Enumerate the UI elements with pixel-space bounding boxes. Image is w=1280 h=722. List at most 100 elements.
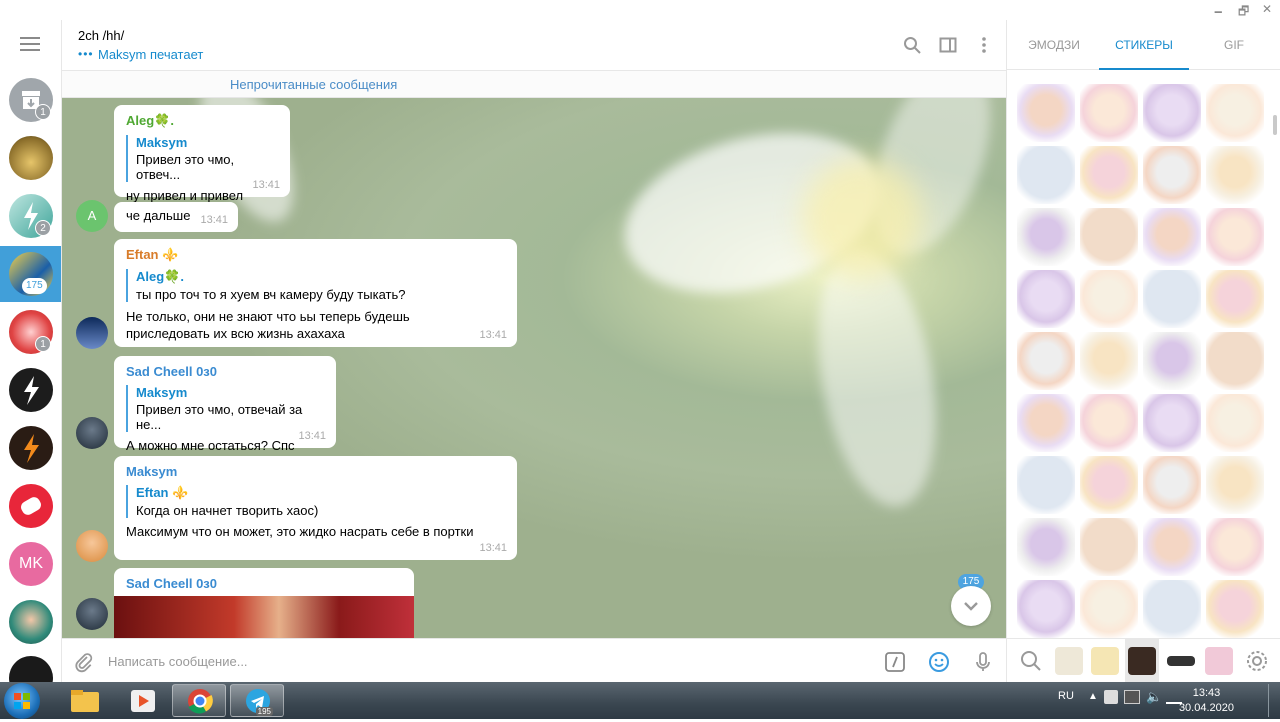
more-options-icon[interactable] [975,36,993,54]
sidebar-toggle-icon[interactable] [939,36,957,54]
show-hidden-icons[interactable]: ▲ [1088,691,1098,702]
tab-stickers[interactable]: СТИКЕРЫ [1099,20,1189,70]
network-icon[interactable] [1124,690,1140,704]
sticker[interactable] [1206,270,1264,328]
message-sender[interactable]: Sad Cheell 0з0 [126,364,324,379]
volume-icon[interactable]: 🔈 [1146,689,1162,705]
search-icon[interactable] [1017,647,1045,675]
reply-quote[interactable]: Aleg🍀. ты про точ то я хуем вч камеру бу… [126,269,505,302]
message-bubble[interactable]: Maksym Eftan ⚜️ Когда он начнет творить … [114,456,517,560]
reply-quote[interactable]: Eftan ⚜️ Когда он начнет творить хаос) [126,485,505,518]
sticker[interactable] [1017,84,1075,142]
explorer-icon[interactable] [58,684,112,717]
sticker[interactable] [1143,580,1201,638]
message-bubble[interactable]: Sad Cheell 0з0 Maksym Привел это чмо, от… [114,356,336,453]
sticker[interactable] [1017,270,1075,328]
search-icon[interactable] [903,36,921,54]
chat-avatar[interactable] [9,600,53,644]
action-center-icon[interactable] [1104,690,1118,704]
message-sender[interactable]: Sad Cheell 0з0 [114,568,414,591]
start-button[interactable] [4,683,40,719]
sticker[interactable] [1206,332,1264,390]
message-sender[interactable]: Aleg🍀. [126,113,278,129]
sticker[interactable] [1017,580,1075,638]
telegram-icon[interactable]: 195 [230,684,284,717]
sender-avatar[interactable] [76,417,108,449]
chrome-icon[interactable] [172,684,226,717]
sticker[interactable] [1080,332,1138,390]
bot-commands-icon[interactable] [884,651,906,673]
sticker[interactable] [1080,84,1138,142]
chat-avatar[interactable] [9,656,53,682]
sticker[interactable] [1206,580,1264,638]
scrollbar[interactable] [1273,115,1277,135]
sticker-set[interactable] [1055,647,1083,675]
close-icon[interactable]: ✕ [1262,2,1272,16]
menu-icon[interactable] [20,37,40,53]
sticker[interactable] [1143,84,1201,142]
sender-avatar[interactable] [76,317,108,349]
settings-icon[interactable] [1243,647,1271,675]
sticker[interactable] [1206,84,1264,142]
sender-avatar[interactable] [76,598,108,630]
message-bubble[interactable]: Eftan ⚜️ Aleg🍀. ты про точ то я хуем вч … [114,239,517,347]
sticker[interactable] [1017,394,1075,452]
sticker[interactable] [1206,146,1264,204]
chat-avatar-mk[interactable]: MK [9,542,53,586]
sticker[interactable] [1206,208,1264,266]
sticker[interactable] [1080,394,1138,452]
sticker-set[interactable] [1167,656,1195,666]
message-list[interactable]: Aleg🍀. Maksym Привел это чмо, отвеч... н… [62,98,1006,638]
language-indicator[interactable]: RU [1058,690,1074,702]
reply-quote[interactable]: Maksym Привел это чмо, отвечай за не... [126,385,324,432]
sticker[interactable] [1143,518,1201,576]
message-bubble[interactable]: че дальше 13:41 [114,202,238,232]
message-bubble[interactable]: Sad Cheell 0з0 [114,568,414,638]
sticker[interactable] [1017,456,1075,514]
sender-avatar[interactable] [76,530,108,562]
clock[interactable]: 13:43 30.04.2020 [1179,686,1234,716]
sticker[interactable] [1143,270,1201,328]
sticker[interactable] [1017,208,1075,266]
show-desktop-button[interactable] [1268,684,1278,717]
attach-icon[interactable] [72,651,94,673]
sender-avatar[interactable]: A [76,200,108,232]
chat-avatar[interactable] [9,484,53,528]
chat-avatar[interactable] [9,368,53,412]
chat-title[interactable]: 2ch /hh/ [78,28,124,43]
sticker[interactable] [1080,518,1138,576]
chat-avatar[interactable] [9,426,53,470]
scroll-down-button[interactable] [951,586,991,626]
sticker[interactable] [1143,456,1201,514]
sticker[interactable] [1143,146,1201,204]
sticker[interactable] [1080,456,1138,514]
sticker[interactable] [1017,518,1075,576]
photo-attachment[interactable] [114,596,414,638]
media-player-icon[interactable] [116,684,170,717]
message-bubble[interactable]: Aleg🍀. Maksym Привел это чмо, отвеч... н… [114,105,290,203]
chat-avatar[interactable] [9,136,53,180]
sticker-set[interactable] [1091,647,1119,675]
sticker-set[interactable] [1128,647,1156,675]
sticker[interactable] [1080,208,1138,266]
sticker[interactable] [1206,518,1264,576]
tab-gif[interactable]: GIF [1189,20,1279,70]
sticker[interactable] [1017,332,1075,390]
message-sender[interactable]: Maksym [126,464,505,479]
tab-emoji[interactable]: ЭМОДЗИ [1009,20,1099,70]
sticker[interactable] [1080,270,1138,328]
sticker[interactable] [1080,146,1138,204]
sticker[interactable] [1143,394,1201,452]
sticker[interactable] [1017,146,1075,204]
emoji-icon[interactable] [928,651,950,673]
sticker[interactable] [1143,332,1201,390]
sticker-set[interactable] [1205,647,1233,675]
microphone-icon[interactable] [972,651,994,673]
reply-quote[interactable]: Maksym Привел это чмо, отвеч... [126,135,278,182]
message-sender[interactable]: Eftan ⚜️ [126,247,505,263]
message-input[interactable] [108,647,868,675]
sticker[interactable] [1206,456,1264,514]
sticker[interactable] [1143,208,1201,266]
sticker[interactable] [1206,394,1264,452]
sticker[interactable] [1080,580,1138,638]
